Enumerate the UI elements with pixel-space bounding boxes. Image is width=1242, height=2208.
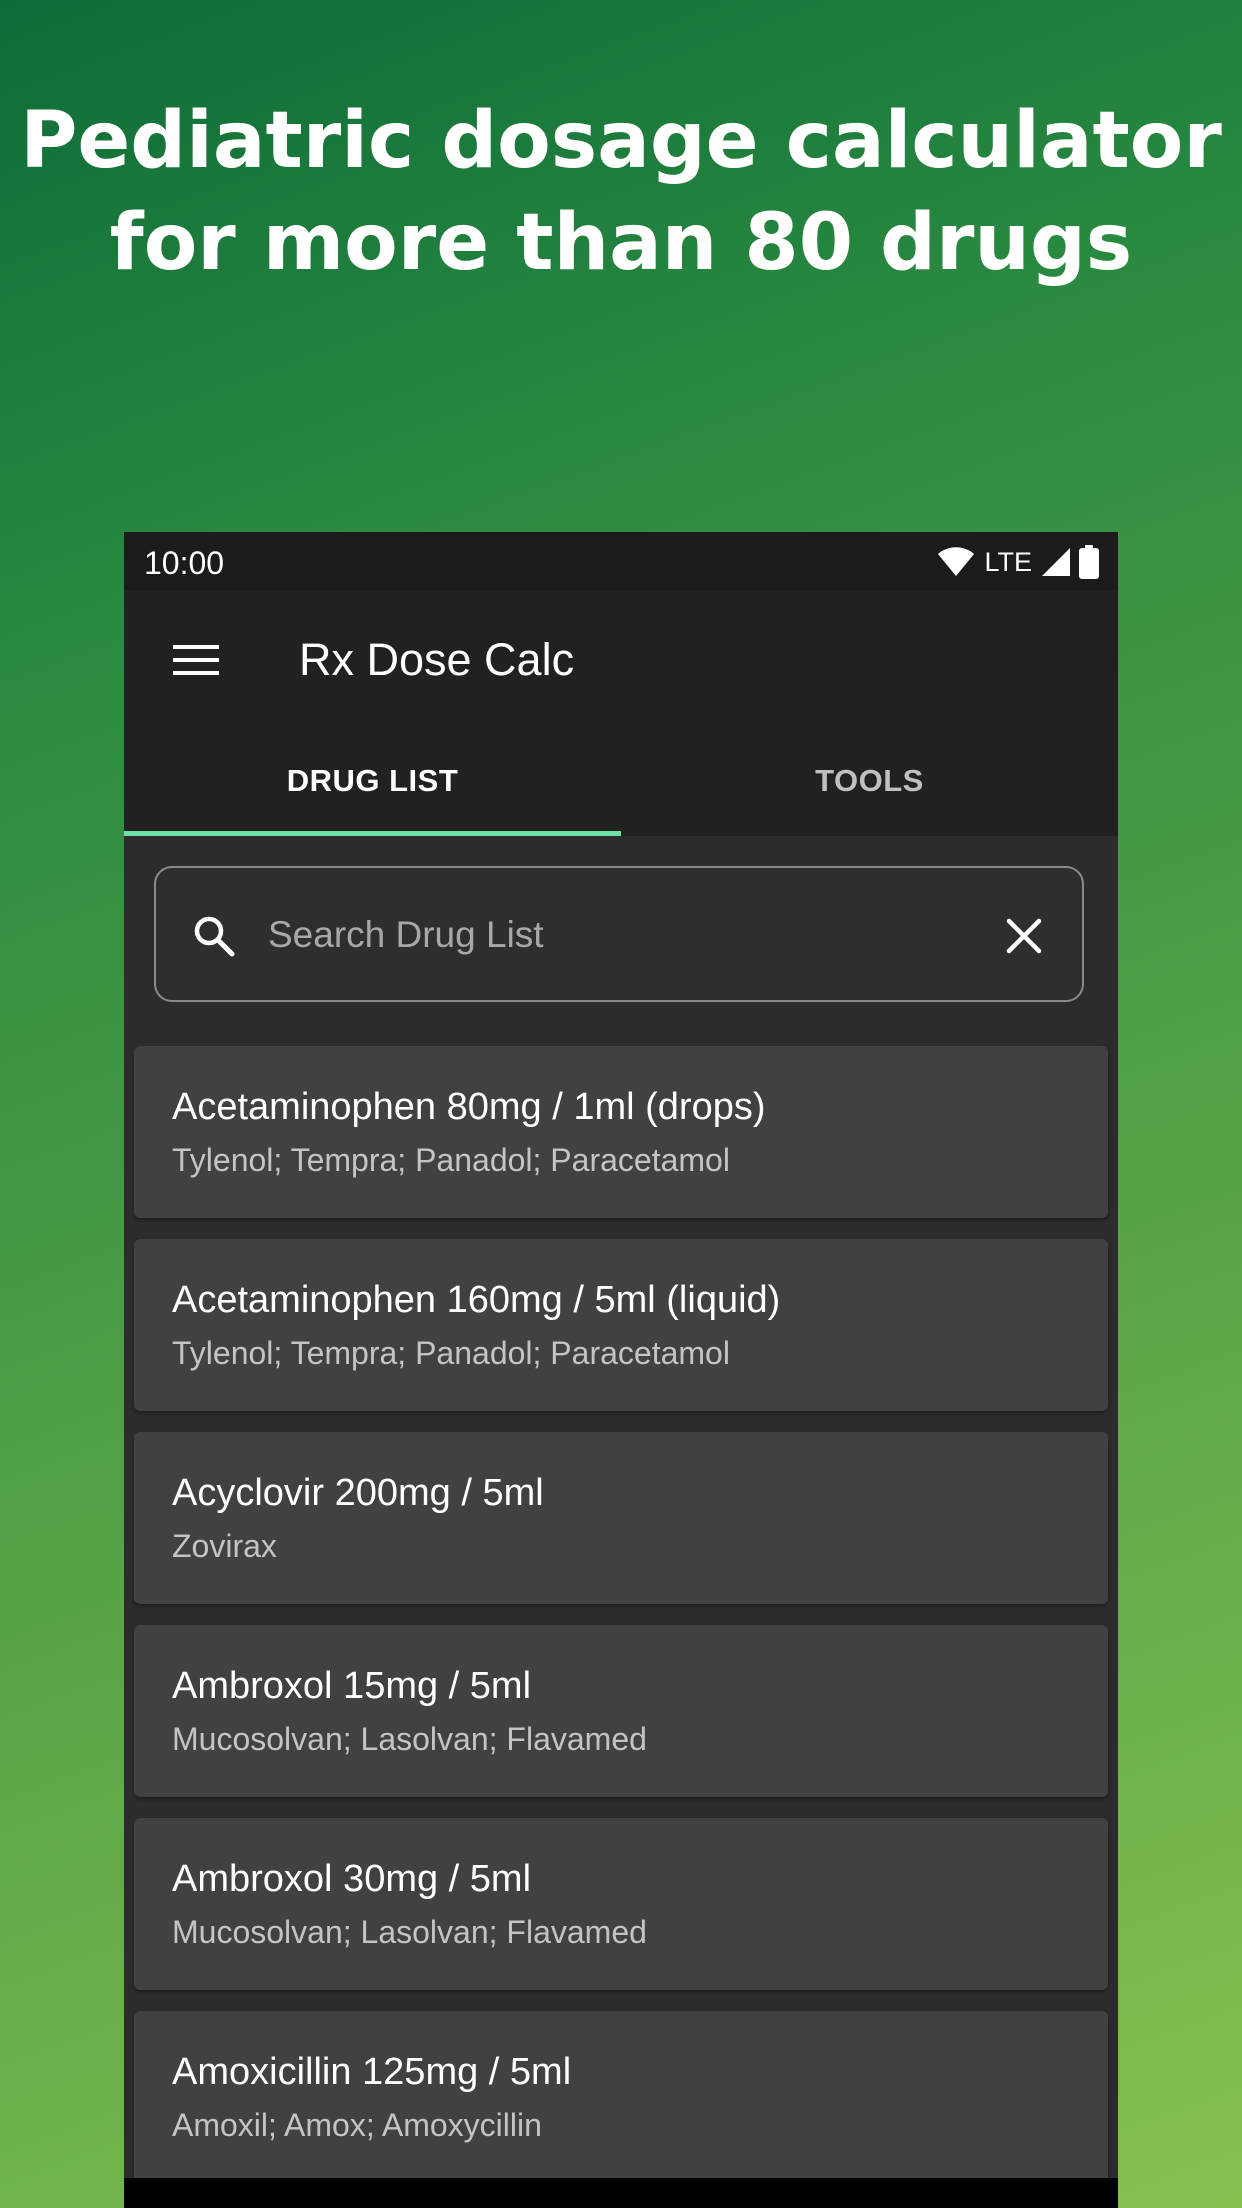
drug-brand-names: Amoxil; Amox; Amoxycillin	[172, 2107, 542, 2143]
search-box	[154, 866, 1084, 1002]
drug-list-content: Acetaminophen 80mg / 1ml (drops) Tylenol…	[124, 836, 1118, 2208]
drug-name: Ambroxol 15mg / 5ml	[172, 1665, 532, 1707]
headline-line-1: Pediatric dosage calculator	[20, 96, 1222, 186]
close-icon	[1006, 918, 1042, 954]
drug-brand-names: Tylenol; Tempra; Panadol; Paracetamol	[172, 1335, 730, 1371]
drug-list: Acetaminophen 80mg / 1ml (drops) Tylenol…	[134, 1046, 1108, 2204]
drug-name: Ambroxol 30mg / 5ml	[172, 1858, 532, 1900]
drug-list-item[interactable]: Acetaminophen 80mg / 1ml (drops) Tylenol…	[134, 1046, 1108, 1218]
status-icons: LTE	[936, 542, 1100, 582]
drug-brand-names: Mucosolvan; Lasolvan; Flavamed	[172, 1721, 647, 1757]
status-time: 10:00	[144, 545, 225, 581]
tab-drug-list[interactable]: DRUG LIST	[124, 726, 621, 836]
app-title: Rx Dose Calc	[299, 634, 575, 685]
search-input[interactable]	[266, 898, 970, 972]
drug-list-item[interactable]: Amoxicillin 125mg / 5ml Amoxil; Amox; Am…	[134, 2011, 1108, 2183]
drug-list-item[interactable]: Ambroxol 30mg / 5ml Mucosolvan; Lasolvan…	[134, 1818, 1108, 1990]
headline-line-2: for more than 80 drugs	[109, 198, 1133, 288]
hamburger-menu-icon	[173, 645, 219, 675]
status-bar: 10:00 LTE	[124, 532, 1118, 590]
promo-headline: Pediatric dosage calculator for more tha…	[0, 90, 1242, 294]
menu-button[interactable]	[168, 632, 224, 688]
phone-screen: 10:00 LTE Rx Dose Calc DRUG LIST TOOLS S…	[124, 532, 1118, 2208]
drug-name: Acetaminophen 160mg / 5ml (liquid)	[172, 1279, 781, 1321]
drug-list-item[interactable]: Acyclovir 200mg / 5ml Zovirax	[134, 1432, 1108, 1604]
tab-drug-list-label: DRUG LIST	[286, 763, 459, 798]
drug-name: Acetaminophen 80mg / 1ml (drops)	[172, 1086, 766, 1128]
network-type-label: LTE	[984, 547, 1032, 577]
drug-brand-names: Mucosolvan; Lasolvan; Flavamed	[172, 1914, 647, 1950]
drug-brand-names: Zovirax	[172, 1528, 277, 1564]
tab-tools-label: TOOLS	[815, 763, 924, 798]
wifi-icon	[938, 547, 975, 576]
drug-list-item[interactable]: Acetaminophen 160mg / 5ml (liquid) Tylen…	[134, 1239, 1108, 1411]
signal-icon	[1042, 548, 1070, 576]
app-toolbar: Rx Dose Calc	[124, 590, 1118, 726]
drug-list-item[interactable]: Ambroxol 15mg / 5ml Mucosolvan; Lasolvan…	[134, 1625, 1108, 1797]
tab-bar: DRUG LIST TOOLS	[124, 726, 1118, 836]
system-navigation-bar	[124, 2178, 1118, 2208]
search-icon	[194, 916, 235, 957]
drug-name: Acyclovir 200mg / 5ml	[172, 1472, 544, 1514]
drug-name: Amoxicillin 125mg / 5ml	[172, 2051, 572, 2093]
clear-search-button[interactable]	[1000, 912, 1048, 960]
drug-brand-names: Tylenol; Tempra; Panadol; Paracetamol	[172, 1142, 730, 1178]
battery-icon	[1079, 545, 1099, 579]
tab-tools[interactable]: TOOLS	[621, 726, 1118, 836]
